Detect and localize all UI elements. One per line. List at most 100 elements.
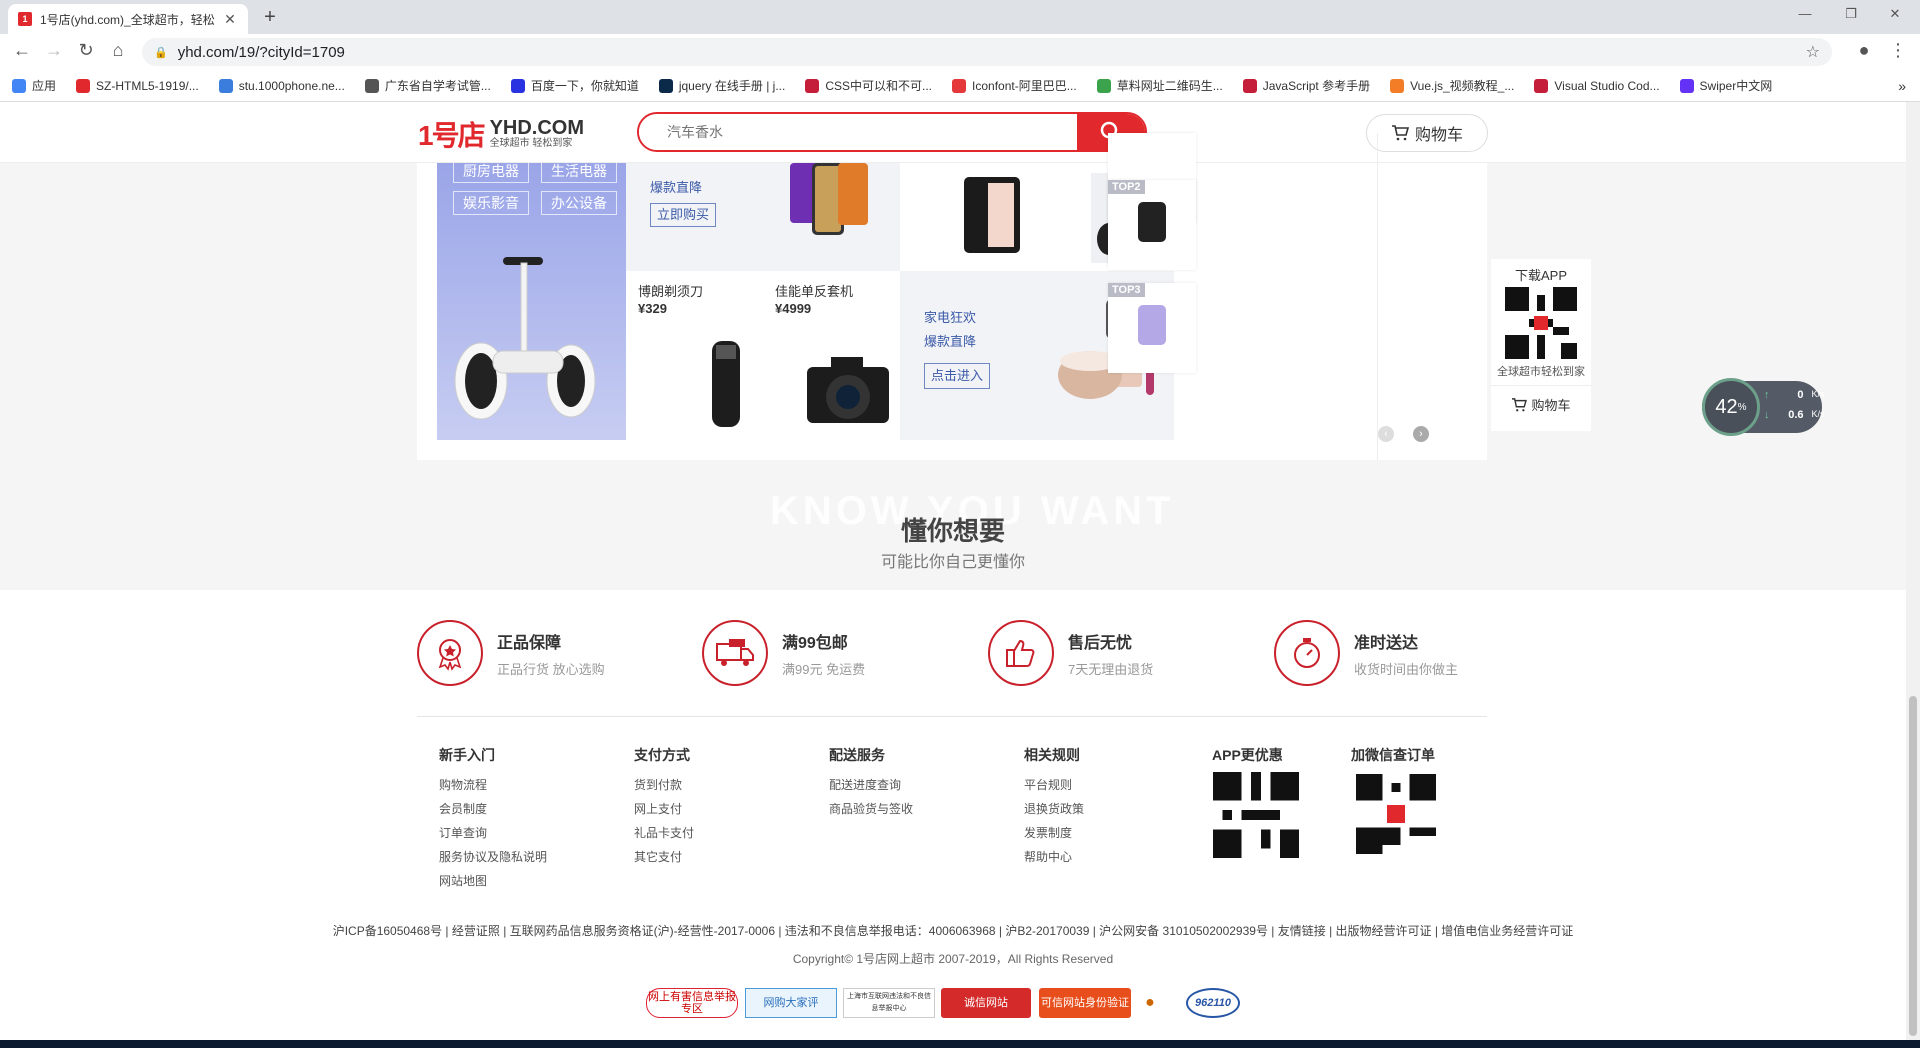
free-shipping-truck-icon	[702, 620, 768, 686]
bookmark-item[interactable]: Visual Studio Cod...	[1534, 78, 1660, 93]
footer-link[interactable]: 商品验货与签收	[829, 797, 913, 821]
bookmark-item[interactable]: 广东省自学考试管...	[364, 77, 491, 94]
restore-icon[interactable]: ❐	[1836, 6, 1866, 22]
bookmark-item[interactable]: Swiper中文网	[1679, 77, 1772, 94]
category-life[interactable]: 生活电器	[541, 163, 617, 183]
search-box	[637, 112, 1147, 152]
footer-link[interactable]: 订单查询	[439, 821, 547, 845]
police-emblem-icon: ●	[1145, 994, 1155, 1011]
promo-section: 厨房电器 生活电器 娱乐影音 办公设备 爆款直降 立即购买 博朗剃须刀 ¥329…	[417, 133, 1487, 460]
menu-dots-icon[interactable]: ⋮	[1886, 40, 1910, 61]
bookmark-item[interactable]: 应用	[12, 77, 56, 94]
bookmark-item[interactable]: 草料网址二维码生...	[1096, 77, 1223, 94]
product-card-camera[interactable]: 佳能单反套机 ¥4999	[763, 271, 900, 440]
footer-link[interactable]: 配送进度查询	[829, 773, 913, 797]
logo-mark: 1号店	[418, 120, 486, 151]
logo-slogan: 全球超市 轻松到家	[489, 138, 573, 149]
footer-link[interactable]: 网站地图	[439, 869, 547, 893]
bookmark-item[interactable]: SZ-HTML5-1919/...	[76, 78, 199, 93]
footer-link[interactable]: 发票制度	[1024, 821, 1084, 845]
bookmark-item[interactable]: CSS中可以和不可...	[805, 77, 932, 94]
cart-icon	[1512, 397, 1528, 411]
footer-link[interactable]: 礼品卡支付	[634, 821, 694, 845]
bookmark-item[interactable]: Iconfont-阿里巴巴...	[952, 77, 1077, 94]
bookmark-item[interactable]: 百度一下，你就知道	[510, 77, 639, 94]
qr-code-icon[interactable]	[1505, 287, 1577, 359]
footer-link[interactable]: 购物流程	[439, 773, 547, 797]
footer-link[interactable]: 退换货政策	[1024, 797, 1084, 821]
badge-trusted-site[interactable]: 可信网站身份验证	[1039, 988, 1131, 1018]
prev-arrow-icon[interactable]: ‹	[1378, 426, 1394, 442]
category-office[interactable]: 办公设备	[541, 191, 617, 215]
os-taskbar	[0, 1040, 1920, 1048]
product-name: 博朗剃须刀	[638, 284, 704, 299]
column-title: 相关规则	[1024, 747, 1080, 763]
browser-toolbar: ← → ↻ ⌂ 🔒 yhd.com/19/?cityId=1709 ☆ ● ⋮	[0, 34, 1920, 70]
feature-sub: 收货时间由你做主	[1354, 661, 1459, 677]
phone-promo-card[interactable]: 爆款直降 立即购买	[626, 163, 900, 271]
scrollbar-thumb[interactable]	[1909, 696, 1917, 1036]
bookmark-star-icon[interactable]: ☆	[1806, 42, 1820, 62]
footer-link[interactable]: 平台规则	[1024, 773, 1084, 797]
phone-image	[964, 177, 1020, 253]
minimize-icon[interactable]: —	[1790, 6, 1820, 21]
phone-product-card[interactable]	[900, 163, 1036, 271]
upload-arrow-icon: ↑	[1764, 389, 1770, 401]
back-arrow-icon[interactable]: ←	[10, 40, 34, 61]
footer-link[interactable]: 网上支付	[634, 797, 694, 821]
bookmark-favicon-icon	[364, 78, 379, 93]
new-tab-icon[interactable]: +	[258, 6, 282, 29]
bookmark-item[interactable]: Vue.js_视频教程_...	[1390, 77, 1514, 94]
badge-shanghai-report[interactable]: 上海市互联网违法和不良信息举报中心	[843, 988, 935, 1018]
more-bookmarks-icon[interactable]: »	[1898, 78, 1906, 94]
badge-962110[interactable]: 962110	[1186, 988, 1240, 1018]
top-rank-card-2[interactable]: TOP2	[1108, 180, 1196, 270]
page-scrollbar[interactable]	[1906, 102, 1920, 1040]
bookmark-favicon-icon	[76, 78, 91, 93]
cpu-percent: 42	[1715, 395, 1738, 418]
bookmark-label: Vue.js_视频教程_...	[1410, 79, 1515, 93]
product-card-shaver[interactable]: 博朗剃须刀 ¥329	[626, 271, 763, 440]
footer-link[interactable]: 货到付款	[634, 773, 694, 797]
home-icon[interactable]: ⌂	[106, 40, 130, 61]
smartphones-image	[790, 163, 868, 235]
feature-after-sales: 售后无忧 7天无理由退货	[988, 620, 1153, 686]
side-cart-button[interactable]: 购物车	[1491, 395, 1591, 414]
bookmark-item[interactable]: jquery 在线手册 | j...	[658, 77, 785, 94]
network-speed-widget[interactable]: 42% ↑ 0 K/s ↓ 0.6 K/s	[1702, 378, 1825, 436]
buy-now-button[interactable]: 立即购买	[650, 203, 716, 227]
column-title: 配送服务	[829, 747, 885, 763]
footer-link[interactable]: 其它支付	[634, 845, 694, 869]
bookmark-favicon-icon	[1679, 78, 1694, 93]
bookmark-item[interactable]: JavaScript 参考手册	[1242, 77, 1370, 94]
category-banner[interactable]: 厨房电器 生活电器 娱乐影音 办公设备	[437, 163, 626, 440]
cpu-usage-ring: 42%	[1702, 378, 1760, 436]
footer-link[interactable]: 帮助中心	[1024, 845, 1084, 869]
site-logo[interactable]: 1号店 YHD.COM 全球超市 轻松到家	[418, 114, 584, 154]
bookmarks-bar: 应用 SZ-HTML5-1919/... stu.1000phone.ne... 广东…	[0, 70, 1920, 102]
profile-avatar-icon[interactable]: ●	[1852, 40, 1876, 61]
browser-tab[interactable]: 1 1号店(yhd.com)_全球超市，轻松 ✕	[8, 4, 248, 34]
bookmark-item[interactable]: stu.1000phone.ne...	[218, 78, 345, 93]
window-close-icon[interactable]: ✕	[1880, 6, 1910, 22]
badge-credible-site[interactable]: 诚信网站	[941, 988, 1031, 1018]
cart-button[interactable]: 购物车	[1366, 114, 1488, 152]
tab-favicon-icon: 1	[18, 12, 32, 26]
speed-unit: K/s	[1811, 389, 1825, 399]
address-bar[interactable]: 🔒 yhd.com/19/?cityId=1709 ☆	[142, 38, 1832, 66]
badge-wanggou[interactable]: 网购大家评	[745, 988, 837, 1018]
close-tab-icon[interactable]: ✕	[222, 11, 238, 28]
forward-arrow-icon[interactable]: →	[42, 40, 66, 61]
next-arrow-icon[interactable]: ›	[1413, 426, 1429, 442]
download-arrow-icon: ↓	[1764, 409, 1770, 421]
search-input[interactable]	[639, 114, 1077, 150]
top-rank-card-3[interactable]: TOP3	[1108, 283, 1196, 373]
footer-link[interactable]: 服务协议及隐私说明	[439, 845, 547, 869]
footer-link[interactable]: 会员制度	[439, 797, 547, 821]
reload-icon[interactable]: ↻	[74, 40, 98, 61]
category-entertainment[interactable]: 娱乐影音	[453, 191, 529, 215]
enter-button[interactable]: 点击进入	[924, 363, 990, 389]
category-kitchen[interactable]: 厨房电器	[453, 163, 529, 183]
camera-image	[807, 357, 889, 423]
badge-harmful-info[interactable]: 网上有害信息举报专区	[646, 988, 738, 1018]
